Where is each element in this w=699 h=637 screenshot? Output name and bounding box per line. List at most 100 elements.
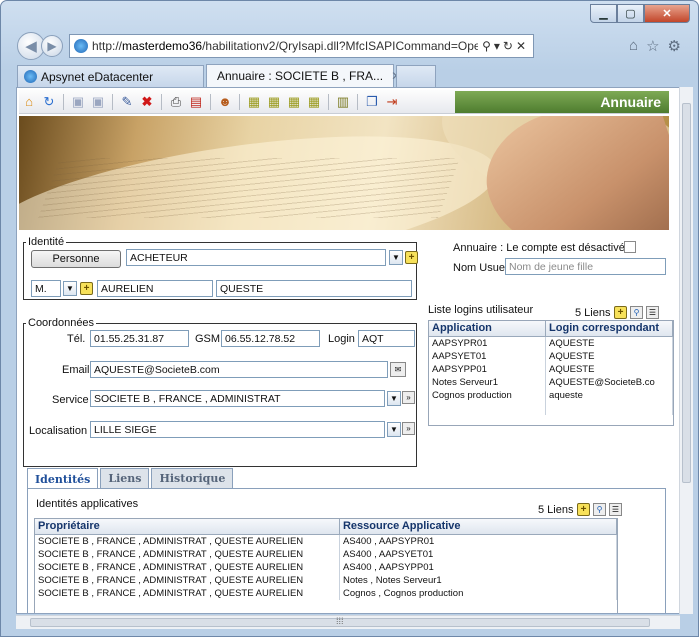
identites-count: 5 Liens: [538, 504, 574, 516]
service-goto-icon[interactable]: »: [402, 391, 415, 404]
browser-right-icons: ⌂ ☆ ⚙: [629, 37, 681, 55]
personne-button[interactable]: Personne: [31, 250, 121, 268]
email-label: Email: [62, 364, 90, 376]
table-row[interactable]: SOCIETE B , FRANCE , ADMINISTRAT , QUEST…: [35, 574, 617, 587]
table-row-empty: [429, 402, 673, 415]
table-row[interactable]: AAPSYET01 AQUESTE: [429, 350, 673, 363]
nom-field[interactable]: QUESTE: [216, 280, 412, 297]
civilite-add-icon[interactable]: +: [80, 282, 93, 295]
logins-title: Liste logins utilisateur: [428, 304, 534, 316]
identites-search-icon[interactable]: ⚲: [593, 503, 606, 516]
save-icon[interactable]: ▣: [69, 93, 87, 111]
logins-list-icon[interactable]: ☰: [646, 306, 659, 319]
table-row[interactable]: SOCIETE B , FRANCE , ADMINISTRAT , QUEST…: [35, 548, 617, 561]
cell-application: Notes Serveur1: [429, 376, 547, 389]
localisation-label: Localisation: [29, 425, 88, 437]
table-row[interactable]: Notes Serveur1 AQUESTE@SocieteB.co: [429, 376, 673, 389]
logins-search-icon[interactable]: ⚲: [630, 306, 643, 319]
home-icon[interactable]: ⌂: [629, 37, 638, 55]
save-all-icon[interactable]: ▣: [89, 93, 107, 111]
minimize-button[interactable]: ▁: [590, 4, 617, 23]
toolbar-separator: [210, 93, 211, 110]
table-row[interactable]: AAPSYPR01 AQUESTE: [429, 337, 673, 350]
nom-usuel-input[interactable]: Nom de jeune fille: [505, 258, 666, 275]
column-header-ressource[interactable]: Ressource Applicative: [340, 519, 617, 534]
civilite-dropdown-icon[interactable]: ▼: [63, 281, 77, 296]
tab-apsynet[interactable]: Apsynet eDatacenter: [17, 65, 204, 87]
table-row[interactable]: SOCIETE B , FRANCE , ADMINISTRAT , QUEST…: [35, 535, 617, 548]
tel-field[interactable]: 01.55.25.31.87: [90, 330, 189, 347]
cell-proprietaire: SOCIETE B , FRANCE , ADMINISTRAT , QUEST…: [35, 548, 340, 561]
delete-icon[interactable]: ✖: [138, 93, 156, 111]
nom-usuel-label: Nom Usuel: [453, 262, 508, 274]
localisation-goto-icon[interactable]: »: [402, 422, 415, 435]
address-tools[interactable]: ⚲▾↻✕: [478, 39, 533, 53]
header-book-image: [19, 116, 669, 230]
localisation-field[interactable]: LILLE SIEGE: [90, 421, 385, 438]
favorites-star-icon[interactable]: ☆: [646, 37, 659, 55]
address-bar[interactable]: http://masterdemo36/habilitationv2/QryIs…: [69, 34, 534, 58]
sheet-icon[interactable]: ▦: [245, 93, 263, 111]
tab-identites[interactable]: Identités: [27, 468, 99, 489]
service-dropdown-icon[interactable]: ▼: [387, 391, 401, 406]
app-toolbar: ⌂ ↻ ▣ ▣ ✎ ✖ ⎙ ▤ ☻ ▦ ▦ ▦ ▦ ▥ ❐ ⇥ Annuaire: [19, 90, 669, 114]
column-header-proprietaire[interactable]: Propriétaire: [35, 519, 340, 534]
gear-icon[interactable]: ⚙: [668, 37, 681, 55]
sheet-detail-icon[interactable]: ▦: [305, 93, 323, 111]
coordonnees-legend: Coordonnées: [28, 317, 95, 329]
home-icon[interactable]: ⌂: [20, 93, 38, 111]
email-send-icon[interactable]: ✉: [390, 362, 406, 377]
email-field[interactable]: AQUESTE@SocieteB.com: [90, 361, 388, 378]
tab-historique[interactable]: Historique: [151, 468, 234, 488]
exit-icon[interactable]: ⇥: [383, 93, 401, 111]
user-icon[interactable]: ☻: [216, 93, 234, 111]
edit-icon[interactable]: ✎: [118, 93, 136, 111]
vertical-scrollbar[interactable]: [679, 87, 693, 614]
column-header-application[interactable]: Application: [429, 321, 547, 336]
forward-button[interactable]: ▶: [41, 35, 63, 57]
vertical-scroll-thumb[interactable]: [682, 103, 691, 483]
maximize-button[interactable]: ▢: [617, 4, 644, 23]
gsm-label: GSM: [195, 333, 221, 345]
address-url[interactable]: http://masterdemo36/habilitationv2/QryIs…: [92, 39, 478, 53]
role-add-icon[interactable]: +: [405, 251, 418, 264]
login-field[interactable]: AQT: [358, 330, 415, 347]
toolbar-separator: [112, 93, 113, 110]
print-icon[interactable]: ⎙: [167, 93, 185, 111]
cell-login: AQUESTE: [546, 337, 673, 350]
column-header-login[interactable]: Login correspondant: [546, 321, 673, 336]
table-row[interactable]: Cognos production aqueste: [429, 389, 673, 402]
tab-annuaire[interactable]: Annuaire : SOCIETE B , FRA...✕: [206, 64, 401, 87]
identites-list-icon[interactable]: ☰: [609, 503, 622, 516]
localisation-dropdown-icon[interactable]: ▼: [387, 422, 401, 437]
cell-proprietaire: SOCIETE B , FRANCE , ADMINISTRAT , QUEST…: [35, 587, 340, 600]
cell-ressource: AS400 , AAPSYET01: [340, 548, 617, 561]
cell-application: AAPSYPR01: [429, 337, 547, 350]
gsm-field[interactable]: 06.55.12.78.52: [221, 330, 320, 347]
account-disabled-checkbox[interactable]: [624, 241, 636, 253]
service-field[interactable]: SOCIETE B , FRANCE , ADMINISTRAT: [90, 390, 385, 407]
sheet-list-icon[interactable]: ▦: [285, 93, 303, 111]
refresh-icon[interactable]: ↻: [40, 93, 58, 111]
cell-application: AAPSYET01: [429, 350, 547, 363]
role-dropdown-icon[interactable]: ▼: [389, 250, 403, 265]
copy-icon[interactable]: ❐: [363, 93, 381, 111]
sheet-next-icon[interactable]: ▦: [265, 93, 283, 111]
close-window-button[interactable]: ✕: [644, 4, 690, 23]
table-row[interactable]: SOCIETE B , FRANCE , ADMINISTRAT , QUEST…: [35, 561, 617, 574]
cell-application: AAPSYPP01: [429, 363, 547, 376]
prenom-field[interactable]: AURELIEN: [97, 280, 213, 297]
toolbar-separator: [357, 93, 358, 110]
new-tab-button[interactable]: [396, 65, 436, 87]
pdf-icon[interactable]: ▤: [187, 93, 205, 111]
identites-add-icon[interactable]: +: [577, 503, 590, 516]
role-field[interactable]: ACHETEUR: [126, 249, 386, 266]
logins-add-icon[interactable]: +: [614, 306, 627, 319]
tab-liens[interactable]: Liens: [100, 468, 150, 488]
table-row[interactable]: SOCIETE B , FRANCE , ADMINISTRAT , QUEST…: [35, 587, 617, 600]
calculator-icon[interactable]: ▥: [334, 93, 352, 111]
table-row[interactable]: AAPSYPP01 AQUESTE: [429, 363, 673, 376]
cell-ressource: Notes , Notes Serveur1: [340, 574, 617, 587]
horizontal-scrollbar[interactable]: ⁞⁞⁞: [16, 615, 680, 629]
civilite-field[interactable]: M.: [31, 280, 61, 297]
